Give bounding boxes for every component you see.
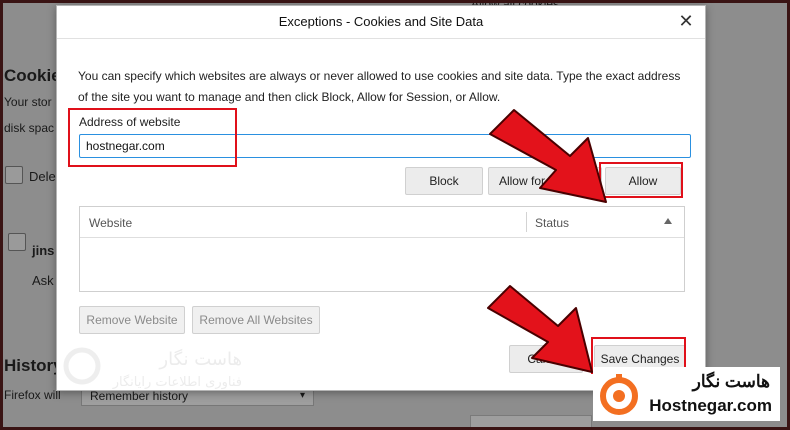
- column-divider: [526, 212, 527, 232]
- bg-delete-label: Dele: [29, 169, 56, 184]
- brand-badge: هاست نگار Hostnegar.com: [593, 367, 780, 421]
- block-button[interactable]: Block: [405, 167, 483, 195]
- dialog-title: Exceptions - Cookies and Site Data: [278, 14, 484, 29]
- column-status[interactable]: Status: [535, 216, 569, 230]
- sort-ascending-icon: [664, 218, 672, 224]
- column-website[interactable]: Website: [89, 216, 132, 230]
- bg-button: [470, 415, 592, 427]
- bg-block-checkbox: [8, 233, 26, 251]
- bg-history-heading: History: [4, 356, 63, 375]
- bg-delete-checkbox: [5, 166, 23, 184]
- bg-storage-text-2: disk spac: [4, 121, 55, 135]
- bg-firefox-will: Firefox will: [4, 388, 61, 402]
- watermark-fa-title-2: هاست نگار: [158, 348, 242, 370]
- dialog-description: You can specify which websites are alway…: [78, 69, 681, 104]
- dialog-titlebar: Exceptions - Cookies and Site Data ✕: [57, 6, 705, 39]
- brand-logo-icon: [600, 374, 638, 415]
- remove-all-websites-button[interactable]: Remove All Websites: [192, 306, 320, 334]
- chevron-down-icon: ▾: [299, 390, 305, 401]
- watermark-fa-sub-2: فناوری اطلاعات رایانگار: [112, 374, 242, 390]
- brand-en-name: Hostnegar.com: [649, 396, 772, 415]
- bg-block-label: jins: [32, 243, 55, 258]
- table-header: Website Status: [80, 207, 684, 238]
- red-arrow-icon-2: [487, 285, 593, 373]
- close-icon[interactable]: ✕: [675, 10, 697, 32]
- watermark-logo-2: هاست نگار فناوری اطلاعات رایانگار: [63, 347, 242, 390]
- remove-website-button[interactable]: Remove Website: [79, 306, 185, 334]
- bg-history-select-value: Remember history: [90, 389, 189, 403]
- bg-storage-text-1: Your stor: [4, 95, 52, 109]
- brand-fa-name: هاست نگار: [692, 372, 770, 391]
- highlight-address-box: [68, 108, 237, 167]
- red-arrow-icon: [489, 109, 607, 203]
- bg-ask-label: Ask: [32, 273, 54, 288]
